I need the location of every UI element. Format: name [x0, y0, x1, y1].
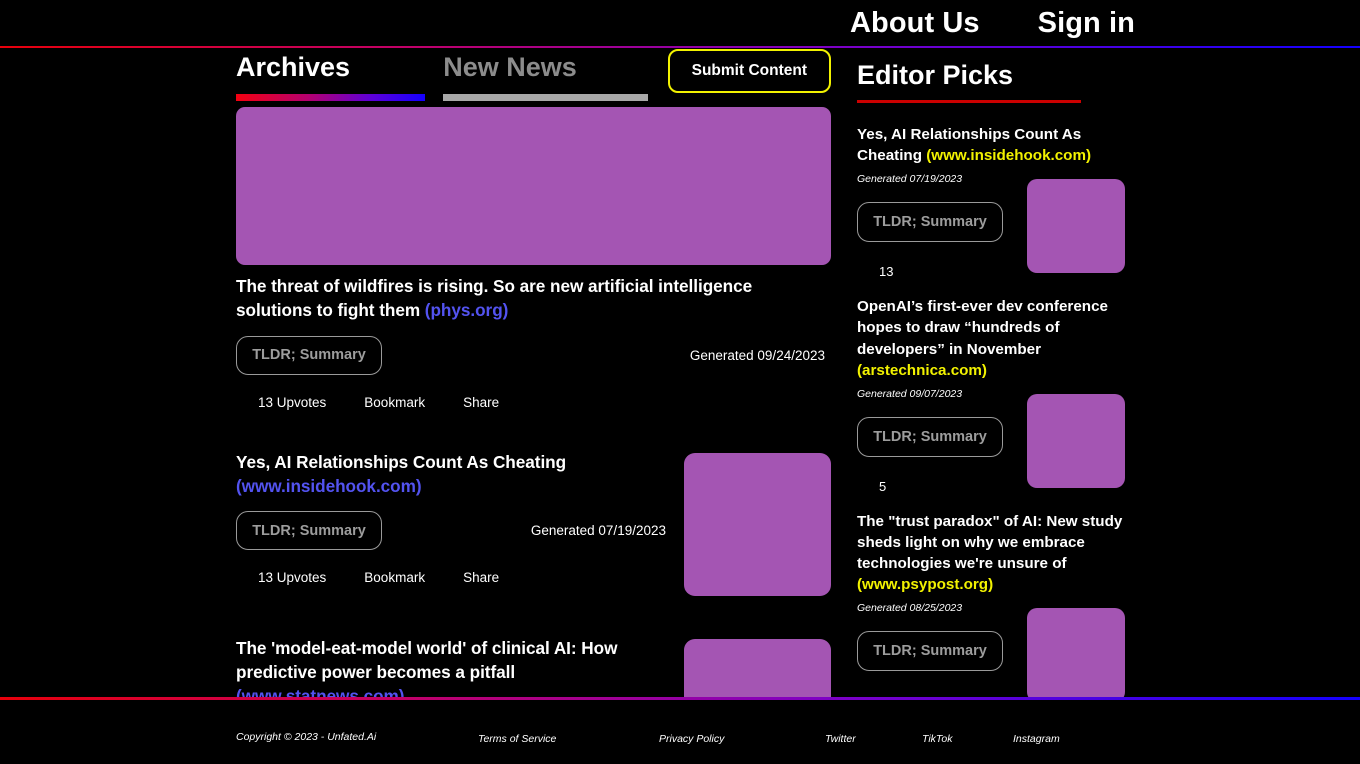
tldr-summary-button[interactable]: TLDR; Summary	[857, 202, 1003, 243]
article-thumbnail[interactable]	[684, 638, 831, 697]
editor-pick-title-text: The "trust paradox" of AI: New study she…	[857, 512, 1123, 572]
upvotes-action[interactable]: 13 Upvotes	[258, 570, 326, 585]
article-row: Yes, AI Relationships Count As Cheating …	[236, 450, 831, 596]
editor-pick-title-text: OpenAI’s first-ever dev conference hopes…	[857, 298, 1108, 358]
submit-content-button[interactable]: Submit Content	[667, 49, 831, 93]
article-card: The threat of wildfires is rising. So ar…	[236, 101, 831, 410]
content-area: Archives New News Submit Content The thr…	[0, 47, 1360, 697]
article-hero-image[interactable]	[236, 107, 831, 265]
article-source-link[interactable]: (phys.org)	[425, 300, 509, 320]
article-generated-date: Generated 07/19/2023	[530, 523, 666, 538]
article-title-text: The 'model-eat-model world' of clinical …	[236, 637, 618, 682]
tab-archives-label: Archives	[236, 52, 351, 82]
bookmark-action[interactable]: Bookmark	[364, 570, 425, 585]
top-navigation: About Us Sign in	[0, 0, 1360, 47]
article-row: The 'model-eat-model world' of clinical …	[236, 636, 831, 698]
editor-pick-source-link[interactable]: (www.insidehook.com)	[926, 147, 1091, 164]
article-source-link[interactable]: (www.statnews.com)	[236, 686, 405, 697]
article-thumbnail[interactable]	[684, 452, 831, 596]
editor-pick-body: TLDR; Summary	[857, 606, 1125, 697]
tab-archives[interactable]: Archives	[236, 54, 443, 101]
nav-link-sign-in[interactable]: Sign in	[1038, 9, 1135, 38]
editor-picks-sidebar: Editor Picks Yes, AI Relationships Count…	[857, 47, 1125, 697]
article-title-text: Yes, AI Relationships Count As Cheating	[236, 451, 567, 472]
editor-pick-thumbnail[interactable]	[1027, 179, 1125, 274]
nav-link-about-us[interactable]: About Us	[850, 9, 980, 38]
upvotes-action[interactable]: 13 Upvotes	[258, 395, 326, 410]
tldr-summary-button[interactable]: TLDR; Summary	[236, 335, 382, 375]
tldr-summary-button[interactable]: TLDR; Summary	[236, 511, 382, 550]
footer-link-privacy[interactable]: Privacy Policy	[659, 733, 724, 745]
article-text-block: The threat of wildfires is rising. So ar…	[236, 274, 831, 410]
editor-pick-source-link[interactable]: (arstechnica.com)	[857, 362, 987, 379]
article-source-link[interactable]: (www.insidehook.com)	[236, 476, 422, 496]
article-generated-date: Generated 09/24/2023	[689, 347, 825, 363]
article-text-block: The 'model-eat-model world' of clinical …	[236, 636, 672, 698]
tab-new-news-underline	[443, 94, 649, 101]
footer-link-tiktok[interactable]: TikTok	[922, 733, 952, 745]
editor-pick-item: OpenAI’s first-ever dev conference hopes…	[857, 296, 1125, 494]
share-action[interactable]: Share	[463, 570, 499, 585]
footer-link-instagram[interactable]: Instagram	[1013, 733, 1060, 745]
article-actions: 13 Upvotes Bookmark Share	[236, 570, 672, 585]
share-action[interactable]: Share	[463, 395, 499, 410]
article-title[interactable]: The 'model-eat-model world' of clinical …	[236, 636, 672, 698]
page-footer: Copyright © 2023 - Unfated.Ai Terms of S…	[0, 697, 1360, 764]
article-card: The 'model-eat-model world' of clinical …	[236, 630, 831, 698]
editor-pick-left: TLDR; Summary	[857, 606, 1003, 693]
main-column: Archives New News Submit Content The thr…	[236, 47, 831, 697]
editor-pick-body: TLDR; Summary 13	[857, 177, 1125, 279]
footer-links: Copyright © 2023 - Unfated.Ai Terms of S…	[0, 731, 1360, 755]
editor-pick-title[interactable]: Yes, AI Relationships Count As Cheating …	[857, 124, 1125, 166]
article-meta-row: TLDR; Summary Generated 09/24/2023	[236, 335, 831, 375]
editor-pick-title[interactable]: The "trust paradox" of AI: New study she…	[857, 511, 1125, 596]
editor-pick-item: Yes, AI Relationships Count As Cheating …	[857, 124, 1125, 279]
tldr-summary-button[interactable]: TLDR; Summary	[857, 631, 1003, 672]
tab-new-news-label: New News	[443, 52, 577, 82]
article-title[interactable]: Yes, AI Relationships Count As Cheating …	[236, 450, 672, 499]
editor-pick-upvote-count: 5	[879, 478, 887, 494]
footer-copyright: Copyright © 2023 - Unfated.Ai	[236, 731, 377, 743]
editor-pick-left: TLDR; Summary 13	[857, 177, 1003, 279]
editor-pick-item: The "trust paradox" of AI: New study she…	[857, 511, 1125, 697]
editor-pick-thumbnail[interactable]	[1027, 393, 1125, 488]
footer-gradient-divider	[0, 697, 1360, 700]
article-actions: 13 Upvotes Bookmark Share	[236, 395, 831, 410]
tab-bar: Archives New News Submit Content	[236, 47, 831, 101]
editor-pick-source-link[interactable]: (www.psypost.org)	[857, 576, 993, 593]
editor-pick-thumbnail[interactable]	[1027, 608, 1125, 697]
editor-pick-body: TLDR; Summary 5	[857, 392, 1125, 494]
app-root: About Us Sign in Archives New News Submi…	[0, 0, 1360, 764]
editor-picks-heading: Editor Picks	[857, 60, 1014, 90]
tab-new-news[interactable]: New News	[443, 54, 665, 101]
bookmark-action[interactable]: Bookmark	[364, 395, 425, 410]
editor-pick-title[interactable]: OpenAI’s first-ever dev conference hopes…	[857, 296, 1125, 381]
article-card: Yes, AI Relationships Count As Cheating …	[236, 444, 831, 596]
tab-archives-active-underline	[236, 94, 425, 101]
editor-picks-underline	[857, 100, 1081, 103]
content-columns: Archives New News Submit Content The thr…	[0, 47, 1360, 697]
article-title[interactable]: The threat of wildfires is rising. So ar…	[236, 274, 831, 323]
editor-pick-upvote-count: 13	[879, 264, 894, 280]
footer-link-twitter[interactable]: Twitter	[825, 733, 856, 745]
article-row: The threat of wildfires is rising. So ar…	[236, 274, 831, 410]
footer-link-terms[interactable]: Terms of Service	[478, 733, 556, 745]
editor-pick-left: TLDR; Summary 5	[857, 392, 1003, 494]
article-text-block: Yes, AI Relationships Count As Cheating …	[236, 450, 672, 585]
article-meta-row: TLDR; Summary Generated 07/19/2023	[236, 511, 672, 550]
tldr-summary-button[interactable]: TLDR; Summary	[857, 416, 1003, 457]
